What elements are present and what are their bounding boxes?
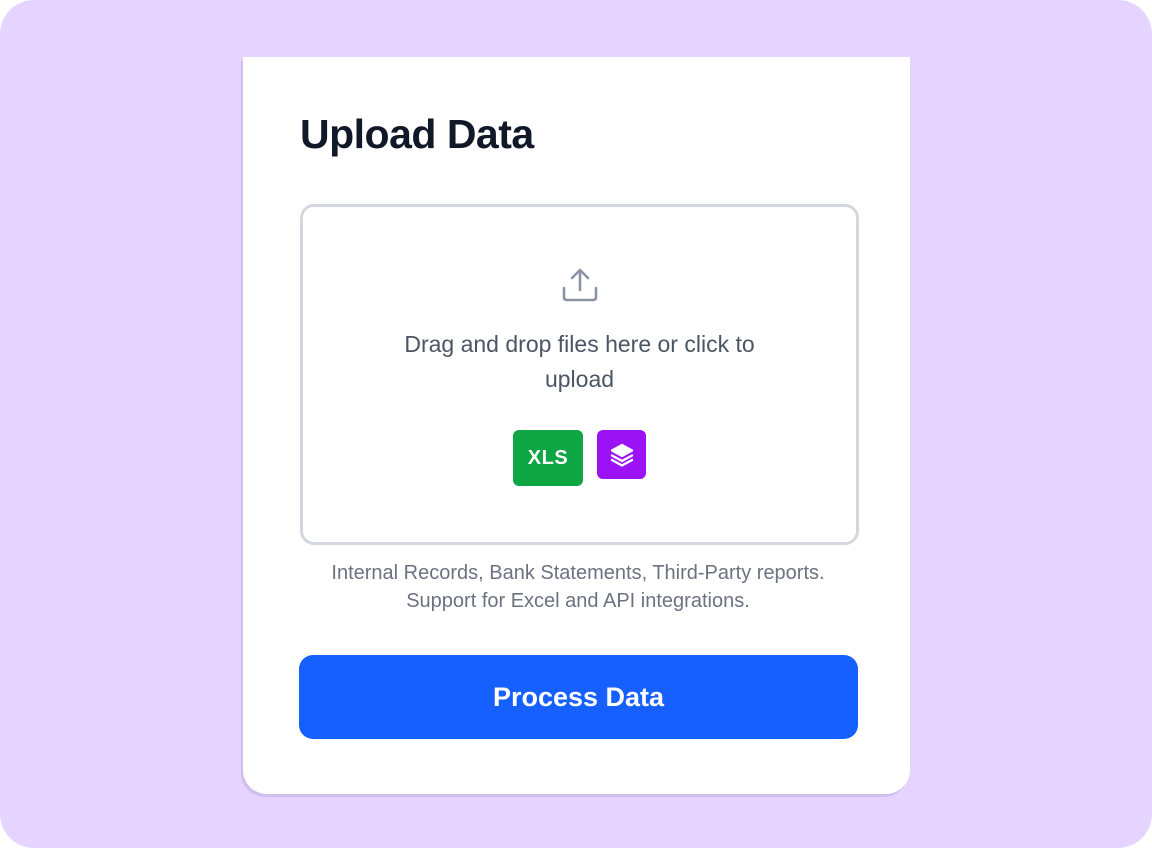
help-line-1: Internal Records, Bank Statements, Third… [331,562,825,584]
xls-badge: XLS [513,430,583,486]
upload-icon [562,268,598,302]
page-title: Upload Data [300,111,534,157]
dropzone-text-line-2: upload [544,366,615,392]
help-line-2: Support for Excel and API integrations. [406,590,750,612]
page-background: Upload Data Drag and drop files here or … [0,0,1152,848]
file-dropzone[interactable]: Drag and drop files here or click to upl… [300,204,859,545]
layers-badge [597,430,646,479]
upload-card: Upload Data Drag and drop files here or … [243,57,910,794]
supported-sources-text: Internal Records, Bank Statements, Third… [263,559,893,615]
process-data-button[interactable]: Process Data [299,655,858,739]
dropzone-text-line-1: Drag and drop files here or click to [404,331,755,357]
dropzone-instructions: Drag and drop files here or click to upl… [363,327,796,397]
layers-icon [610,443,633,467]
